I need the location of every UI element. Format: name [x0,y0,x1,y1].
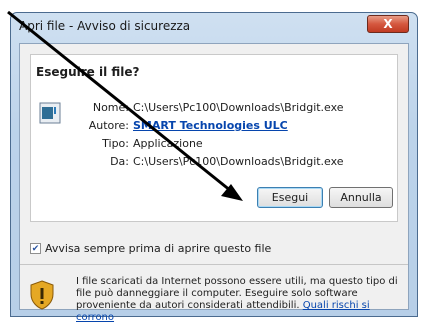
file-info-panel: Eseguire il file? Nome: C:\Users\Pc100\D… [30,54,398,222]
type-label: Tipo: [102,137,129,150]
from-value: C:\Users\Pc100\Downloads\Bridgit.exe [133,155,344,168]
divider [20,264,408,265]
run-button[interactable]: Esegui [257,187,323,208]
shield-warning-icon [30,280,54,310]
always-warn-option[interactable]: ✔ Avvisa sempre prima di aprire questo f… [30,242,271,255]
author-label: Autore: [88,119,129,132]
security-warning-dialog: Apri file - Avviso di sicurezza X Esegui… [10,12,418,323]
type-value: Applicazione [133,137,203,150]
dialog-content: Eseguire il file? Nome: C:\Users\Pc100\D… [19,43,409,323]
author-link[interactable]: SMART Technologies ULC [133,119,288,132]
prompt-heading: Eseguire il file? [36,65,140,79]
close-button[interactable]: X [367,15,409,33]
always-warn-label: Avvisa sempre prima di aprire questo fil… [45,242,272,255]
name-label: Nome: [92,101,129,114]
warning-message: I file scaricati da Internet possono ess… [76,276,406,324]
always-warn-checkbox[interactable]: ✔ [30,243,41,254]
title-bar[interactable]: Apri file - Avviso di sicurezza X [11,13,417,41]
window-title: Apri file - Avviso di sicurezza [19,19,191,33]
file-icon [39,102,61,124]
cancel-button[interactable]: Annulla [329,187,393,208]
close-icon: X [383,17,393,31]
name-value: C:\Users\Pc100\Downloads\Bridgit.exe [133,101,344,114]
from-label: Da: [110,155,129,168]
